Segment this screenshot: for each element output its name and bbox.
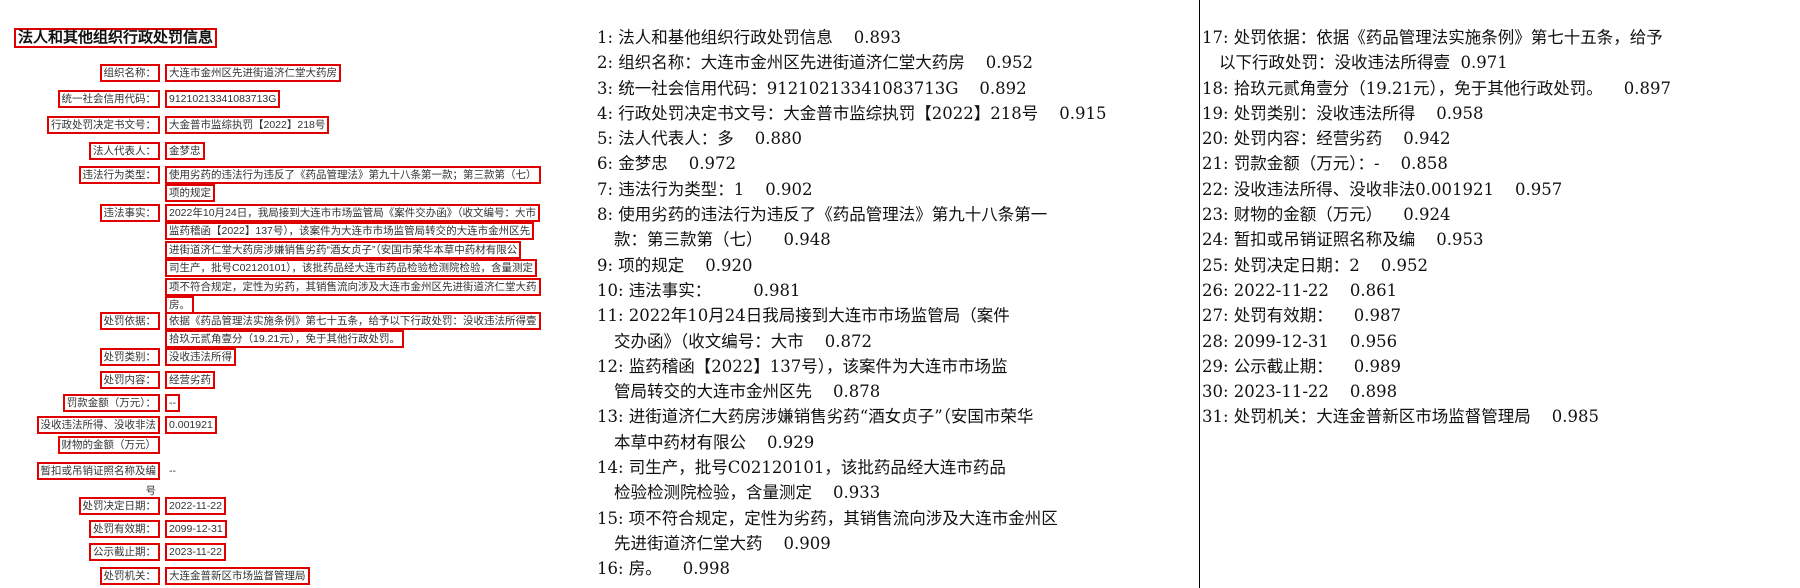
ocr-result-line-continued: 以下行政处罚：没收违法所得壹 0.971 [1219,53,1508,73]
field-value: 金梦忠 [165,142,205,160]
column-divider [1199,0,1200,588]
field-value: 大连市金州区先进街道济仁堂大药房 [165,64,341,82]
ocr-result-line: 15: 项不符合规定，定性为劣药，其销售流向涉及大连市金州区 [597,508,1058,528]
ocr-result-line: 25: 处罚决定日期：2 0.952 [1202,255,1429,275]
ocr-result-line: 18: 拾玖元贰角壹分（19.21元），免于其他行政处罚。 0.897 [1202,78,1672,98]
ocr-result-line-continued: 本草中药材有限公 0.929 [614,432,815,452]
ocr-result-line: 6: 金梦忠 0.972 [597,154,737,174]
document-field-row: 法人代表人： 金梦忠 [0,142,590,162]
field-value: 依据《药品管理法实施条例》第七十五条，给予以下行政处罚：没收违法所得壹 [165,312,541,330]
ocr-result-line: 22: 没收违法所得、没收非法0.001921 0.957 [1202,179,1563,199]
field-label: 处罚内容： [99,371,160,389]
ocr-result-line: 19: 处罚类别：没收违法所得 0.958 [1202,103,1484,123]
ocr-result-line: 11: 2022年10月24日我局接到大连市市场监管局（案件 [597,306,1010,326]
field-label: 暂扣或吊销证照名称及编 [36,462,160,480]
field-label: 统一社会信用代码： [57,90,160,108]
field-label: 罚款金额（万元）： [62,394,160,412]
ocr-result-line: 2: 组织名称：大连市金州区先进街道济仁堂大药房 0.952 [597,53,1034,73]
ocr-result-line-continued: 管局转交的大连市金州区先 0.878 [614,382,881,402]
field-label: 违法行为类型： [78,166,160,184]
field-label: 处罚有效期： [89,520,160,538]
field-value: -- [165,394,180,412]
field-label: 违法事实： [99,204,160,222]
ocr-result-line: 28: 2099-12-31 0.956 [1202,331,1398,351]
ocr-result-line: 3: 统一社会信用代码：91210213341083713G 0.892 [597,78,1027,98]
ocr-result-line: 21: 罚款金额（万元）：- 0.858 [1202,154,1448,174]
ocr-result-line: 4: 行政处罚决定书文号：大金普市监综执罚【2022】218号 0.915 [597,103,1107,123]
field-value: 91210213341083713G [165,90,281,108]
document-field-row: 处罚依据： 依据《药品管理法实施条例》第七十五条，给予以下行政处罚：没收违法所得壹… [0,312,590,349]
field-label: 处罚决定日期： [78,497,160,515]
field-label: 法人代表人： [89,142,160,160]
document-field-row: 统一社会信用代码： 91210213341083713G [0,90,590,110]
field-value: 项的规定 [165,184,215,203]
ocr-result-line: 10: 违法事实： 0.981 [597,280,801,300]
field-label: 没收违法所得、没收非法 [36,416,160,434]
field-value: 司生产，批号C02120101），该批药品经大连市药品检验检测院检验，含量测定 [165,259,538,278]
document-field-row: 违法事实： 2022年10月24日，我局接到大连市市场监管局《案件交办函》（收文编… [0,204,590,314]
field-value: 项不符合规定，定性为劣药，其销售流向涉及大连市金州区先进街道济仁堂大药 [165,277,541,296]
field-value: -- [169,465,176,477]
ocr-result-line-continued: 交办函》（收文编号：大市 0.872 [614,331,872,351]
field-value: 大连金普新区市场监督管理局 [165,567,310,585]
ocr-result-line: 13: 进街道济仁大药房涉嫌销售劣药“酒女贞子”（安国市荣华 [597,407,1034,427]
ocr-result-line: 23: 财物的金额（万元） 0.924 [1202,205,1451,225]
ocr-result-line: 27: 处罚有效期： 0.987 [1202,306,1402,326]
document-field-row: 组织名称： 大连市金州区先进街道济仁堂大药房 [0,64,590,84]
document-field-row: 行政处罚决定书文号： 大金普市监综执罚【2022】218号 [0,116,590,136]
field-value: 拾玖元贰角壹分（19.21元），免于其他行政处罚。 [165,330,405,349]
document-field-row: 处罚决定日期： 2022-11-22 [0,497,590,517]
ocr-result-line: 20: 处罚内容：经营劣药 0.942 [1202,129,1451,149]
document-field-row: 处罚类别： 没收违法所得 [0,348,590,368]
ocr-result-line: 31: 处罚机关：大连金普新区市场监督管理局 0.985 [1202,407,1600,427]
document-field-row: 公示截止期： 2023-11-22 [0,543,590,563]
ocr-results-column-1: 1: 法人和基他组织行政处罚信息 0.893 2: 组织名称：大连市金州区先进街道… [597,25,1107,582]
field-value: 2023-11-22 [165,543,226,561]
document-field-row: 处罚内容： 经营劣药 [0,371,590,391]
ocr-results-column-2: 17: 处罚依据：依据《药品管理法实施条例》第七十五条，给予以下行政处罚：没收违… [1202,25,1671,430]
document-field-row: 处罚机关： 大连金普新区市场监督管理局 [0,567,590,587]
field-label: 公示截止期： [89,543,160,561]
field-value: 0.001921 [165,416,217,434]
field-value: 2099-12-31 [165,520,227,538]
ocr-result-line: 16: 房。 0.998 [597,559,731,579]
field-value: 进街道济仁堂大药房涉嫌销售劣药“酒女贞子”（安国市荣华本草中药材有限公 [165,240,522,259]
ocr-result-line-continued: 款：第三款第（七） 0.948 [614,230,831,250]
field-value: 没收违法所得 [165,348,236,366]
field-label: 处罚类别： [99,348,160,366]
field-value: 监药稽函【2022】137号），该案件为大连市市场监管局转交的大连市金州区先 [165,222,535,241]
document-field-row: 违法行为类型： 使用劣药的违法行为违反了《药品管理法》第九十八条第一款；第三款第（… [0,166,590,203]
field-label-continued: 财物的金额（万元） [57,436,160,454]
field-value: 2022年10月24日，我局接到大连市市场监管局《案件交办函》（收文编号：大市 [165,204,540,222]
field-value: 2022-11-22 [165,497,226,515]
ocr-result-line: 12: 监药稽函【2022】137号），该案件为大连市市场监 [597,356,1008,376]
document-field-row: 暂扣或吊销证照名称及编号 -- [0,462,590,497]
ocr-result-line: 14: 司生产，批号C02120101，该批药品经大连市药品 [597,458,1006,478]
field-value: 大金普市监综执罚【2022】218号 [165,116,330,134]
field-label: 处罚机关： [99,567,160,585]
field-value: 使用劣药的违法行为违反了《药品管理法》第九十八条第一款；第三款第（七） [165,166,541,184]
ocr-result-line: 7: 违法行为类型：1 0.902 [597,179,813,199]
document-title: 法人和其他组织行政处罚信息 [14,28,218,48]
document-field-row: 处罚有效期： 2099-12-31 [0,520,590,540]
field-value: 经营劣药 [165,371,215,389]
field-label: 组织名称： [99,64,160,82]
document-field-row: 没收违法所得、没收非法财物的金额（万元） 0.001921 [0,416,590,454]
ocr-result-line: 26: 2022-11-22 0.861 [1202,280,1398,300]
document-field-row: 罚款金额（万元）： -- [0,394,590,414]
ocr-result-line: 9: 项的规定 0.920 [597,255,753,275]
annotated-document-image: 法人和其他组织行政处罚信息 组织名称： 大连市金州区先进街道济仁堂大药房 统一社会信… [0,0,590,588]
ocr-result-line: 1: 法人和基他组织行政处罚信息 0.893 [597,28,902,47]
ocr-result-line-continued: 先进街道济仁堂大药 0.909 [614,533,831,553]
ocr-result-line: 17: 处罚依据：依据《药品管理法实施条例》第七十五条，给予 [1202,28,1663,47]
field-label: 处罚依据： [99,312,160,330]
ocr-result-line: 8: 使用劣药的违法行为违反了《药品管理法》第九十八条第一 [597,205,1048,225]
ocr-result-line-continued: 检验检测院检验，含量测定 0.933 [614,483,881,503]
ocr-result-line: 24: 暂扣或吊销证照名称及编 0.953 [1202,230,1484,250]
field-label: 行政处罚决定书文号： [47,116,160,134]
ocr-result-line: 30: 2023-11-22 0.898 [1202,382,1398,402]
ocr-result-line: 5: 法人代表人：多 0.880 [597,129,803,149]
ocr-result-line: 29: 公示截止期： 0.989 [1202,356,1402,376]
